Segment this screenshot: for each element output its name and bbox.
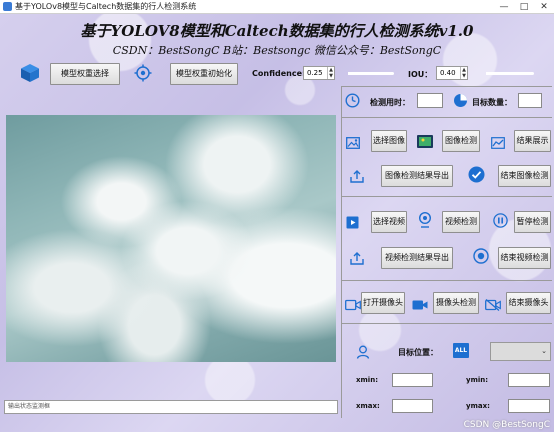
check-circle-icon	[468, 166, 485, 187]
target-position-label: 目标位置：	[398, 348, 438, 357]
section-divider	[341, 196, 552, 197]
detection-display	[6, 115, 336, 362]
csdn-watermark: CSDN @BestSongC	[463, 420, 550, 430]
export-video-result-button[interactable]: 视频检测结果导出	[381, 247, 453, 269]
status-output-box[interactable]: 输出状态监测框	[4, 400, 338, 414]
page-subtitle: CSDN：BestSongC B站：Bestsongc 微信公众号：BestSo…	[112, 44, 442, 57]
camera-off-icon	[485, 296, 501, 315]
select-image-button[interactable]: 选择图像	[371, 130, 407, 152]
ymin-label: ymin:	[466, 376, 489, 384]
end-camera-button[interactable]: 结束摄像头	[506, 292, 551, 314]
section-divider	[341, 323, 552, 324]
detection-time-value	[417, 93, 443, 108]
webcam-icon	[418, 211, 432, 232]
line-chart-icon	[491, 134, 505, 153]
video-detect-button[interactable]: 视频检测	[442, 211, 480, 233]
section-divider	[341, 280, 552, 281]
iou-spinbox[interactable]: 0.40 ▲ ▼	[436, 66, 468, 80]
model-weight-init-button[interactable]: 模型权重初始化	[170, 63, 238, 85]
select-video-button[interactable]: 选择视频	[371, 211, 407, 233]
xmax-field	[392, 399, 433, 413]
model-weight-select-button[interactable]: 模型权重选择	[50, 63, 120, 85]
page-title: 基于YOLOV8模型和Caltech数据集的行人检测系统v1.0	[80, 22, 474, 40]
xmin-field	[392, 373, 433, 387]
image-icon	[346, 134, 360, 153]
camera-icon	[345, 296, 361, 315]
show-result-button[interactable]: 结果展示	[514, 130, 551, 152]
section-divider	[341, 117, 552, 118]
camera-filled-icon	[412, 296, 428, 315]
pie-chart-icon	[453, 93, 468, 112]
end-video-detect-button[interactable]: 结束视频检测	[498, 247, 551, 269]
ymax-field	[508, 399, 550, 413]
pause-detect-button[interactable]: 暂停检测	[514, 211, 551, 233]
iou-slider[interactable]	[486, 72, 534, 75]
close-button[interactable]: ✕	[534, 0, 554, 14]
spin-arrows-icon[interactable]: ▲ ▼	[460, 67, 467, 79]
title-bar: 基于YOLOv8模型与Caltech数据集的行人检测系统 — □ ✕	[0, 0, 554, 14]
maximize-button[interactable]: □	[514, 0, 534, 14]
confidence-slider[interactable]	[348, 72, 394, 75]
panel-divider	[341, 86, 342, 418]
video-file-icon	[346, 214, 359, 233]
upload-icon	[350, 250, 364, 269]
camera-detect-button[interactable]: 摄像头检测	[433, 292, 479, 314]
open-camera-button[interactable]: 打开摄像头	[361, 292, 405, 314]
all-badge-icon: ALL	[453, 343, 469, 358]
chevron-down-icon: ⌄	[541, 347, 547, 355]
target-select-dropdown[interactable]: ⌄	[490, 342, 551, 361]
iou-slider-fill	[486, 72, 506, 75]
cube-icon	[20, 63, 40, 87]
clock-icon	[345, 93, 360, 112]
image-detect-icon	[417, 133, 433, 152]
app-icon	[3, 2, 12, 11]
app-window: 基于YOLOv8模型与Caltech数据集的行人检测系统 — □ ✕ 基于YOL…	[0, 0, 554, 432]
person-icon	[356, 344, 370, 363]
window-title: 基于YOLOv8模型与Caltech数据集的行人检测系统	[15, 2, 197, 11]
confidence-label: Confidence:	[252, 69, 306, 78]
xmax-label: xmax:	[356, 402, 380, 410]
ymin-field	[508, 373, 550, 387]
section-divider	[341, 86, 552, 87]
image-detect-button[interactable]: 图像检测	[442, 130, 480, 152]
detection-time-label: 检测用时：	[370, 98, 410, 107]
end-image-detect-button[interactable]: 结束图像检测	[498, 165, 551, 187]
export-image-result-button[interactable]: 图像检测结果导出	[381, 165, 453, 187]
spin-arrows-icon[interactable]: ▲ ▼	[327, 67, 334, 79]
pause-icon	[493, 213, 508, 232]
iou-label: IOU：	[408, 70, 433, 79]
minimize-button[interactable]: —	[494, 0, 514, 14]
upload-icon	[350, 168, 364, 187]
stop-circle-icon	[473, 248, 489, 268]
xmin-label: xmin:	[356, 376, 378, 384]
ymax-label: ymax:	[466, 402, 490, 410]
target-count-label: 目标数量：	[472, 98, 512, 107]
confidence-slider-fill	[348, 72, 360, 75]
confidence-value: 0.25	[307, 69, 323, 77]
confidence-spinbox[interactable]: 0.25 ▲ ▼	[303, 66, 335, 80]
iou-value: 0.40	[440, 69, 456, 77]
target-count-value	[518, 93, 542, 108]
target-settings-icon	[134, 64, 152, 86]
